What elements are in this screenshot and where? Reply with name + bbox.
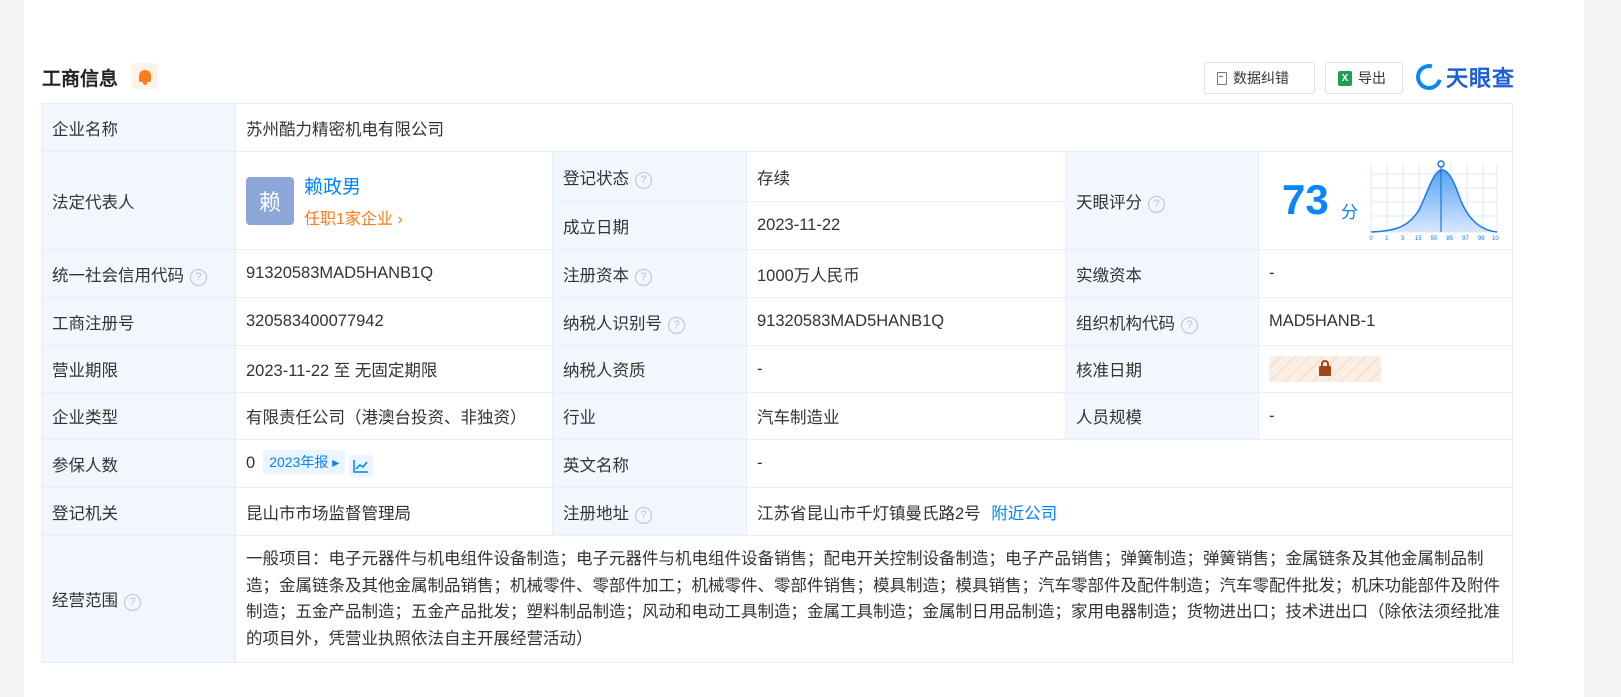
- score-tick-label: 100: [1492, 236, 1499, 242]
- annual-report-tag[interactable]: 2023年报 ▸: [263, 450, 346, 474]
- score-tick-label: 3: [1401, 236, 1405, 242]
- score-unit: 分: [1341, 203, 1358, 222]
- reg-address-value: 江苏省昆山市千灯镇曼氏路2号: [757, 504, 981, 523]
- staff-size-label: 人员规模: [1065, 392, 1259, 440]
- industry-value: 汽车制造业: [746, 392, 1066, 440]
- score-value: 73: [1282, 176, 1329, 223]
- help-icon[interactable]: ?: [668, 316, 685, 334]
- org-code-value: MAD5HANB-1: [1257, 297, 1514, 346]
- avatar[interactable]: 赖: [246, 176, 294, 225]
- reg-status-value: 存续: [746, 151, 1066, 202]
- table-row: 统一社会信用代码? 91320583MAD5HANB1Q 注册资本? 1000万…: [41, 249, 1514, 298]
- table-row: 经营范围? 一般项目：电子元器件与机电组件设备制造；电子元器件与机电组件设备销售…: [41, 535, 1514, 663]
- score-tick-label: 15: [1415, 236, 1422, 242]
- english-name-value: -: [745, 439, 1514, 488]
- score-tick-label: 85: [1446, 236, 1453, 242]
- taxpayer-qual-label: 纳税人资质: [552, 345, 747, 393]
- score-cell[interactable]: 73 分 0 1 3 15 50 85 97 99 10: [1257, 151, 1514, 250]
- business-info-table: 企业名称 苏州酷力精密机电有限公司 法定代表人 赖 赖政男 任职1家企业 › 登…: [41, 103, 1514, 663]
- trend-chart-icon[interactable]: [349, 455, 374, 477]
- business-term-value: 2023-11-22 至 无固定期限: [235, 345, 553, 393]
- score-tick-label: 1: [1385, 236, 1389, 242]
- credit-code-value: 91320583MAD5HANB1Q: [235, 249, 553, 298]
- reg-authority-label: 登记机关: [41, 487, 236, 536]
- insured-count-value: 0: [246, 454, 256, 472]
- staff-size-value: -: [1257, 392, 1514, 440]
- table-row: 工商注册号 320583400077942 纳税人识别号? 91320583MA…: [41, 297, 1514, 346]
- paid-capital-label: 实缴资本: [1065, 249, 1259, 298]
- data-correction-label: 数据纠错: [1233, 70, 1289, 86]
- legal-rep-cell: 赖 赖政男 任职1家企业 ›: [235, 151, 553, 250]
- excel-icon: X: [1338, 70, 1352, 86]
- reg-address-label: 注册地址?: [552, 487, 747, 536]
- company-name-label: 企业名称: [41, 103, 236, 152]
- table-row: 登记机关 昆山市市场监督管理局 注册地址? 江苏省昆山市千灯镇曼氏路2号 附近公…: [41, 487, 1514, 536]
- help-icon[interactable]: ?: [1148, 195, 1165, 213]
- found-date-value: 2023-11-22: [746, 201, 1066, 250]
- table-row: 企业名称 苏州酷力精密机电有限公司: [41, 103, 1514, 152]
- taxpayer-id-label: 纳税人识别号?: [552, 297, 747, 346]
- industry-label: 行业: [552, 392, 747, 440]
- reg-address-cell: 江苏省昆山市千灯镇曼氏路2号 附近公司: [745, 487, 1514, 536]
- chevron-right-icon: ›: [392, 211, 403, 228]
- english-name-label: 英文名称: [552, 439, 747, 488]
- taxpayer-qual-value: -: [746, 345, 1066, 393]
- export-button[interactable]: X 导出: [1325, 62, 1403, 94]
- business-term-label: 营业期限: [41, 345, 236, 393]
- approval-date-value[interactable]: [1257, 345, 1514, 393]
- insured-count-cell: 0 2023年报 ▸: [235, 439, 553, 488]
- section-header: 工商信息 数据纠错 X 导出 天眼查: [42, 59, 1556, 95]
- score-tick-label: 50: [1431, 236, 1438, 242]
- locked-value[interactable]: [1269, 356, 1381, 382]
- score-label: 天眼评分?: [1065, 151, 1259, 250]
- reg-status-label: 登记状态?: [552, 151, 747, 202]
- found-date-label: 成立日期: [552, 201, 747, 250]
- help-icon[interactable]: ?: [635, 506, 652, 524]
- paid-capital-value: -: [1257, 249, 1514, 298]
- help-icon[interactable]: ?: [1181, 316, 1198, 334]
- table-row: 营业期限 2023-11-22 至 无固定期限 纳税人资质 - 核准日期: [41, 345, 1514, 393]
- tianyancha-logo: 天眼查: [1411, 59, 1516, 95]
- company-name-value: 苏州酷力精密机电有限公司: [234, 103, 1514, 152]
- table-row: 企业类型 有限责任公司（港澳台投资、非独资） 行业 汽车制造业 人员规模 -: [41, 392, 1514, 440]
- business-info-card: 工商信息 数据纠错 X 导出 天眼查 企业名称 苏州酷力精密机电有限公司 法定代…: [24, 0, 1584, 697]
- taxpayer-id-value: 91320583MAD5HANB1Q: [746, 297, 1066, 346]
- score-tick-label: 0: [1369, 236, 1373, 242]
- insured-count-label: 参保人数: [41, 439, 236, 488]
- logo-mark-icon: [1411, 59, 1447, 95]
- org-code-label: 组织机构代码?: [1065, 297, 1259, 346]
- logo-text: 天眼查: [1446, 66, 1516, 91]
- nearby-companies-link[interactable]: 附近公司: [991, 505, 1057, 523]
- help-icon[interactable]: ?: [635, 171, 652, 189]
- legal-rep-jobs-link[interactable]: 任职1家企业 ›: [304, 205, 403, 229]
- caret-right-icon: ▸: [328, 454, 340, 470]
- score-tick-label: 99: [1478, 236, 1485, 242]
- company-type-label: 企业类型: [41, 392, 236, 440]
- approval-date-label: 核准日期: [1065, 345, 1259, 393]
- table-row: 参保人数 0 2023年报 ▸ 英文名称 -: [41, 439, 1514, 488]
- reg-number-label: 工商注册号: [41, 297, 236, 346]
- table-row: 法定代表人 赖 赖政男 任职1家企业 › 登记状态? 存续 天眼评分? 73 分: [41, 151, 1514, 250]
- reg-authority-value: 昆山市市场监督管理局: [235, 487, 553, 536]
- help-icon[interactable]: ?: [190, 268, 207, 286]
- help-icon[interactable]: ?: [124, 594, 141, 611]
- credit-code-label: 统一社会信用代码?: [41, 249, 236, 298]
- score-tick-label: 97: [1462, 236, 1469, 242]
- lock-icon: [1319, 360, 1331, 376]
- bell-icon[interactable]: [132, 63, 158, 89]
- reg-capital-label: 注册资本?: [552, 249, 747, 298]
- score-distribution-chart: 0 1 3 15 50 85 97 99 100: [1369, 160, 1499, 242]
- data-correction-button[interactable]: 数据纠错: [1204, 62, 1315, 94]
- legal-rep-label: 法定代表人: [41, 151, 236, 250]
- export-label: 导出: [1358, 70, 1386, 86]
- help-icon[interactable]: ?: [635, 268, 652, 286]
- reg-number-value: 320583400077942: [235, 297, 553, 346]
- section-title: 工商信息: [42, 69, 119, 90]
- company-type-value: 有限责任公司（港澳台投资、非独资）: [235, 392, 553, 440]
- business-scope-label: 经营范围?: [41, 535, 236, 663]
- business-scope-value: 一般项目：电子元器件与机电组件设备制造；电子元器件与机电组件设备销售；配电开关控…: [234, 535, 1514, 663]
- legal-rep-name-link[interactable]: 赖政男: [304, 172, 403, 199]
- reg-capital-value: 1000万人民币: [746, 249, 1066, 298]
- document-icon: [1217, 71, 1227, 85]
